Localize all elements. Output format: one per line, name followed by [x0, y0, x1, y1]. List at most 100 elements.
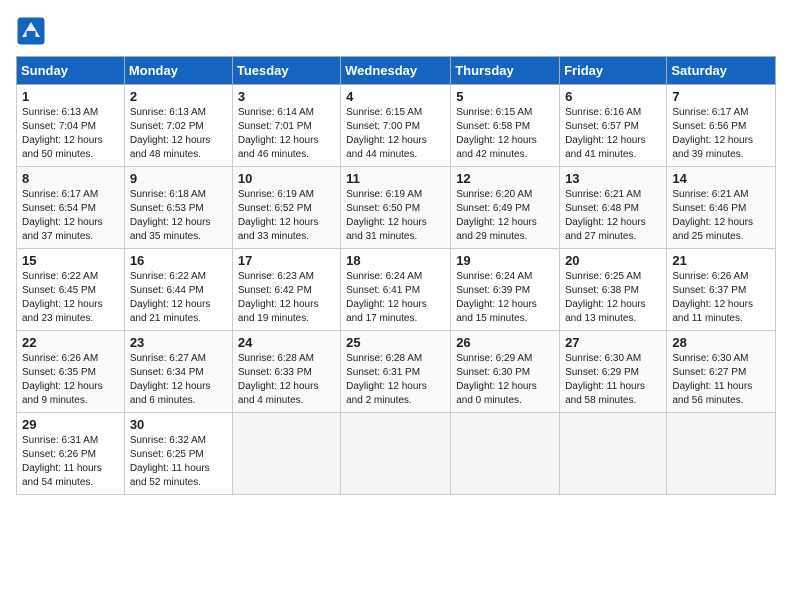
day-info: Sunrise: 6:25 AM Sunset: 6:38 PM Dayligh… [565, 270, 661, 326]
week-row-5: 29 Sunrise: 6:31 AM Sunset: 6:26 PM Dayli… [17, 413, 776, 495]
day-number: 10 [238, 171, 335, 186]
calendar-cell: 24Sunrise: 6:28 AM Sunset: 6:33 PM Dayli… [232, 331, 340, 413]
page-header [16, 16, 776, 46]
day-info: Sunrise: 6:22 AM Sunset: 6:45 PM Dayligh… [22, 270, 119, 326]
day-info: Sunrise: 6:20 AM Sunset: 6:49 PM Dayligh… [456, 188, 554, 244]
calendar-cell: 1 Sunrise: 6:13 AM Sunset: 7:04 PM Daylig… [17, 85, 125, 167]
calendar-cell: 17 Sunrise: 6:23 AM Sunset: 6:42 PM Dayli… [232, 249, 340, 331]
day-info: Sunrise: 6:24 AM Sunset: 6:39 PM Dayligh… [456, 270, 554, 326]
day-number: 5 [456, 89, 554, 104]
weekday-header-saturday: Saturday [667, 57, 776, 85]
day-info: Sunrise: 6:18 AM Sunset: 6:53 PM Dayligh… [130, 188, 227, 244]
weekday-header-sunday: Sunday [17, 57, 125, 85]
day-number: 23 [130, 335, 227, 350]
calendar-cell: 29 Sunrise: 6:31 AM Sunset: 6:26 PM Dayli… [17, 413, 125, 495]
day-number: 25 [346, 335, 445, 350]
logo-icon [16, 16, 46, 46]
calendar-cell: 12 Sunrise: 6:20 AM Sunset: 6:49 PM Dayli… [451, 167, 560, 249]
calendar-cell: 3 Sunrise: 6:14 AM Sunset: 7:01 PM Daylig… [232, 85, 340, 167]
day-info: Sunrise: 6:13 AM Sunset: 7:04 PM Dayligh… [22, 106, 119, 162]
day-info: Sunrise: 6:15 AM Sunset: 6:58 PM Dayligh… [456, 106, 554, 162]
day-number: 9 [130, 171, 227, 186]
day-info: Sunrise: 6:30 AM Sunset: 6:29 PM Dayligh… [565, 352, 661, 408]
day-number: 3 [238, 89, 335, 104]
day-info: Sunrise: 6:21 AM Sunset: 6:48 PM Dayligh… [565, 188, 661, 244]
day-info: Sunrise: 6:23 AM Sunset: 6:42 PM Dayligh… [238, 270, 335, 326]
day-info: Sunrise: 6:17 AM Sunset: 6:54 PM Dayligh… [22, 188, 119, 244]
day-number: 17 [238, 253, 335, 268]
calendar-table: SundayMondayTuesdayWednesdayThursdayFrid… [16, 56, 776, 495]
day-number: 20 [565, 253, 661, 268]
calendar-cell: 23 Sunrise: 6:27 AM Sunset: 6:34 PM Dayli… [124, 331, 232, 413]
day-number: 18 [346, 253, 445, 268]
day-info: Sunrise: 6:17 AM Sunset: 6:56 PM Dayligh… [672, 106, 770, 162]
calendar-cell: 27 Sunrise: 6:30 AM Sunset: 6:29 PM Dayli… [560, 331, 667, 413]
calendar-cell: 9 Sunrise: 6:18 AM Sunset: 6:53 PM Daylig… [124, 167, 232, 249]
calendar-cell [341, 413, 451, 495]
calendar-cell [451, 413, 560, 495]
day-number: 16 [130, 253, 227, 268]
day-info: Sunrise: 6:26 AM Sunset: 6:37 PM Dayligh… [672, 270, 770, 326]
week-row-1: 1 Sunrise: 6:13 AM Sunset: 7:04 PM Daylig… [17, 85, 776, 167]
day-number: 22 [22, 335, 119, 350]
day-number: 12 [456, 171, 554, 186]
calendar-cell: 5 Sunrise: 6:15 AM Sunset: 6:58 PM Daylig… [451, 85, 560, 167]
day-info: Sunrise: 6:16 AM Sunset: 6:57 PM Dayligh… [565, 106, 661, 162]
calendar-body: 1 Sunrise: 6:13 AM Sunset: 7:04 PM Daylig… [17, 85, 776, 495]
calendar-cell: 20 Sunrise: 6:25 AM Sunset: 6:38 PM Dayli… [560, 249, 667, 331]
calendar-cell: 16 Sunrise: 6:22 AM Sunset: 6:44 PM Dayli… [124, 249, 232, 331]
calendar-cell: 14 Sunrise: 6:21 AM Sunset: 6:46 PM Dayli… [667, 167, 776, 249]
calendar-cell [560, 413, 667, 495]
day-info: Sunrise: 6:30 AM Sunset: 6:27 PM Dayligh… [672, 352, 770, 408]
day-info: Sunrise: 6:19 AM Sunset: 6:52 PM Dayligh… [238, 188, 335, 244]
weekday-header-thursday: Thursday [451, 57, 560, 85]
day-info: Sunrise: 6:28 AM Sunset: 6:33 PM Dayligh… [238, 352, 335, 408]
day-number: 11 [346, 171, 445, 186]
day-number: 19 [456, 253, 554, 268]
calendar-cell: 19 Sunrise: 6:24 AM Sunset: 6:39 PM Dayli… [451, 249, 560, 331]
calendar-cell: 21 Sunrise: 6:26 AM Sunset: 6:37 PM Dayli… [667, 249, 776, 331]
calendar-cell: 2Sunrise: 6:13 AM Sunset: 7:02 PM Daylig… [124, 85, 232, 167]
calendar-cell: 8Sunrise: 6:17 AM Sunset: 6:54 PM Daylig… [17, 167, 125, 249]
weekday-header-wednesday: Wednesday [341, 57, 451, 85]
day-info: Sunrise: 6:26 AM Sunset: 6:35 PM Dayligh… [22, 352, 119, 408]
weekday-header-friday: Friday [560, 57, 667, 85]
day-number: 1 [22, 89, 119, 104]
day-number: 14 [672, 171, 770, 186]
calendar-cell: 30 Sunrise: 6:32 AM Sunset: 6:25 PM Dayli… [124, 413, 232, 495]
day-number: 4 [346, 89, 445, 104]
day-number: 13 [565, 171, 661, 186]
calendar-cell: 10 Sunrise: 6:19 AM Sunset: 6:52 PM Dayli… [232, 167, 340, 249]
day-info: Sunrise: 6:24 AM Sunset: 6:41 PM Dayligh… [346, 270, 445, 326]
calendar-cell: 7 Sunrise: 6:17 AM Sunset: 6:56 PM Daylig… [667, 85, 776, 167]
calendar-cell: 13 Sunrise: 6:21 AM Sunset: 6:48 PM Dayli… [560, 167, 667, 249]
day-info: Sunrise: 6:28 AM Sunset: 6:31 PM Dayligh… [346, 352, 445, 408]
day-info: Sunrise: 6:14 AM Sunset: 7:01 PM Dayligh… [238, 106, 335, 162]
calendar-cell: 18 Sunrise: 6:24 AM Sunset: 6:41 PM Dayli… [341, 249, 451, 331]
day-info: Sunrise: 6:15 AM Sunset: 7:00 PM Dayligh… [346, 106, 445, 162]
day-number: 2 [130, 89, 227, 104]
logo [16, 16, 50, 46]
weekday-header-tuesday: Tuesday [232, 57, 340, 85]
day-info: Sunrise: 6:27 AM Sunset: 6:34 PM Dayligh… [130, 352, 227, 408]
day-info: Sunrise: 6:31 AM Sunset: 6:26 PM Dayligh… [22, 434, 119, 490]
day-number: 27 [565, 335, 661, 350]
calendar-cell [667, 413, 776, 495]
week-row-3: 15 Sunrise: 6:22 AM Sunset: 6:45 PM Dayli… [17, 249, 776, 331]
day-number: 21 [672, 253, 770, 268]
day-info: Sunrise: 6:19 AM Sunset: 6:50 PM Dayligh… [346, 188, 445, 244]
day-info: Sunrise: 6:29 AM Sunset: 6:30 PM Dayligh… [456, 352, 554, 408]
calendar-cell: 28Sunrise: 6:30 AM Sunset: 6:27 PM Dayli… [667, 331, 776, 413]
day-info: Sunrise: 6:32 AM Sunset: 6:25 PM Dayligh… [130, 434, 227, 490]
day-number: 6 [565, 89, 661, 104]
day-info: Sunrise: 6:21 AM Sunset: 6:46 PM Dayligh… [672, 188, 770, 244]
weekday-header-row: SundayMondayTuesdayWednesdayThursdayFrid… [17, 57, 776, 85]
day-number: 15 [22, 253, 119, 268]
day-number: 30 [130, 417, 227, 432]
day-number: 7 [672, 89, 770, 104]
day-info: Sunrise: 6:22 AM Sunset: 6:44 PM Dayligh… [130, 270, 227, 326]
calendar-cell: 11 Sunrise: 6:19 AM Sunset: 6:50 PM Dayli… [341, 167, 451, 249]
day-number: 29 [22, 417, 119, 432]
week-row-2: 8Sunrise: 6:17 AM Sunset: 6:54 PM Daylig… [17, 167, 776, 249]
calendar-cell: 6 Sunrise: 6:16 AM Sunset: 6:57 PM Daylig… [560, 85, 667, 167]
